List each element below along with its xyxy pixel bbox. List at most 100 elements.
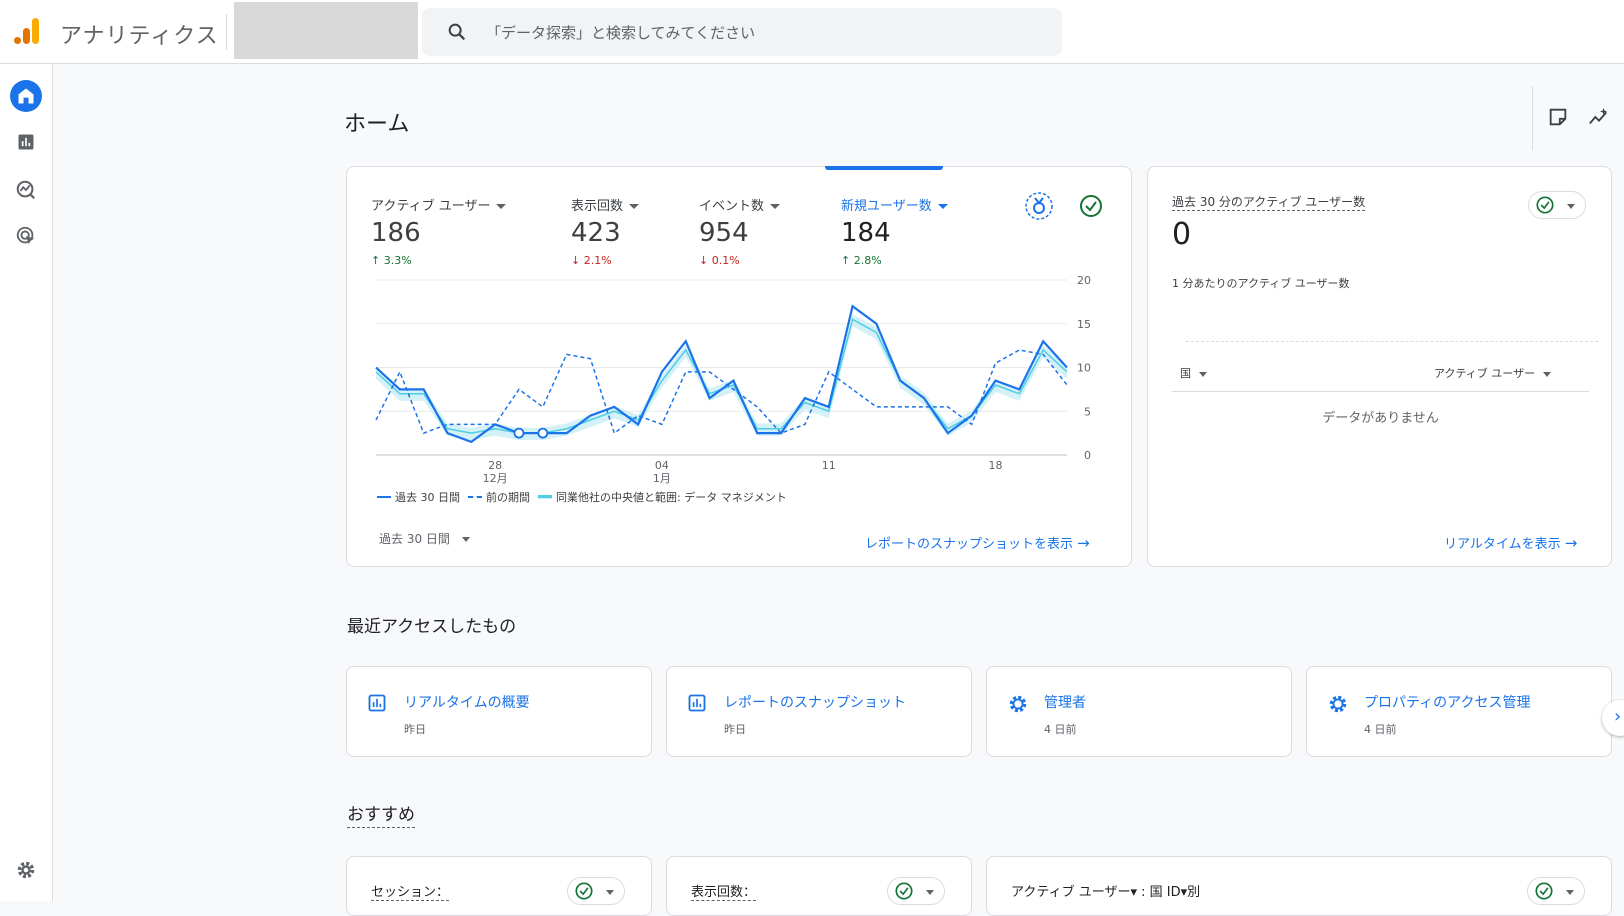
recommended-card: セッション： (346, 856, 652, 916)
recommended-card: 表示回数： (666, 856, 972, 916)
side-nav (0, 64, 53, 901)
check-circle-icon (895, 882, 913, 900)
y-tick-label: 15 (1077, 318, 1091, 331)
caret-down-icon (1198, 371, 1207, 377)
realtime-link-label: リアルタイムを表示 (1444, 537, 1561, 552)
gear-icon (17, 861, 35, 879)
legend-label: 過去 30 日間 (395, 491, 460, 504)
recent-item[interactable]: リアルタイムの概要 昨日 (346, 666, 652, 757)
recommended-card: アクティブ ユーザー▾ : 国 ID▾別 (986, 856, 1612, 916)
data-point (537, 427, 549, 439)
top-bar: アナリティクス 「データ探索」と検索してみてください (0, 0, 1624, 64)
recommended-card-title[interactable]: セッション： (371, 881, 450, 901)
column-country[interactable]: 国 (1180, 365, 1207, 381)
recent-item-title: リアルタイムの概要 (404, 695, 530, 711)
page-title: ホーム (344, 112, 410, 137)
search-box[interactable]: 「データ探索」と検索してみてください (422, 8, 1062, 56)
legend-swatch-dashed (468, 496, 482, 498)
realtime-link[interactable]: リアルタイムを表示 → (1444, 533, 1577, 552)
per-minute-label: 1 分あたりのアクティブ ユーザー数 (1172, 277, 1350, 290)
x-tick-month-label: 1月 (653, 472, 671, 485)
home-icon (18, 88, 34, 104)
overview-card: アクティブ ユーザー 186 ↑ 3.3% 表示回数 423 ↓ 2.1% イベ… (346, 166, 1132, 567)
target-cursor-icon (16, 226, 35, 245)
analytics-logo-icon[interactable] (12, 16, 42, 46)
search-icon (448, 23, 466, 41)
chart-legend: 過去 30 日間 前の期間 同業他社の中央値と範囲: データ マネジメント (377, 489, 795, 505)
x-tick-label: 11 (822, 459, 836, 472)
recent-item[interactable]: レポートのスナップショット 昨日 (666, 666, 972, 757)
date-range-label: 過去 30 日間 (379, 532, 450, 546)
recent-item-title: プロパティのアクセス管理 (1364, 695, 1531, 711)
y-tick-label: 5 (1084, 405, 1091, 418)
arrow-right-icon: → (1077, 534, 1090, 552)
check-circle-icon (1535, 882, 1553, 900)
caret-down-icon (926, 890, 934, 895)
y-tick-label: 20 (1077, 274, 1091, 287)
gear-icon (1329, 695, 1347, 713)
column-users-label: アクティブ ユーザー (1434, 367, 1536, 380)
legend-swatch-solid (377, 496, 391, 498)
check-circle-icon (575, 882, 593, 900)
snapshot-link-label: レポートのスナップショットを表示 (865, 537, 1074, 552)
recommended-card-title[interactable]: アクティブ ユーザー▾ : 国 ID▾別 (1011, 881, 1200, 900)
legend-label: 前の期間 (486, 491, 530, 504)
report-icon (688, 694, 706, 712)
app-name: アナリティクス (60, 24, 219, 49)
snapshot-link[interactable]: レポートのスナップショットを表示 → (865, 533, 1090, 552)
realtime-title[interactable]: 過去 30 分のアクティブ ユーザー数 (1172, 193, 1366, 211)
recommended-section-title[interactable]: おすすめ (347, 800, 415, 828)
gear-icon (1009, 695, 1027, 713)
empty-bar-chart (1186, 341, 1598, 342)
nav-advertising[interactable] (10, 220, 42, 252)
table-divider (1172, 391, 1589, 392)
caret-down-icon (1567, 204, 1575, 209)
search-input[interactable]: 「データ探索」と検索してみてください (486, 22, 755, 43)
check-circle-icon (1536, 196, 1554, 214)
nav-admin[interactable] (10, 854, 42, 886)
legend-swatch-band (538, 495, 552, 499)
recent-item-title: 管理者 (1044, 695, 1086, 711)
recent-item-time: 4 日前 (1364, 723, 1397, 736)
date-range-selector[interactable]: 過去 30 日間 (379, 530, 470, 547)
explore-icon (16, 180, 36, 200)
caret-down-icon (606, 890, 614, 895)
note-icon[interactable] (1547, 106, 1569, 128)
caret-down-icon (461, 537, 470, 542)
recent-item-time: 昨日 (404, 723, 426, 736)
series-line-current (375, 304, 1068, 444)
nav-home[interactable] (10, 80, 42, 112)
data-point (513, 427, 525, 439)
report-icon (368, 694, 386, 712)
recent-section-title: 最近アクセスしたもの (347, 617, 517, 637)
x-tick-month-label: 12月 (483, 472, 508, 485)
nav-explore[interactable] (10, 174, 42, 206)
chevron-right-icon: › (1614, 706, 1622, 727)
column-country-label: 国 (1180, 367, 1191, 380)
account-selector[interactable] (234, 2, 418, 59)
recent-item-title: レポートのスナップショット (724, 695, 906, 711)
divider (226, 14, 227, 50)
bar-chart-icon (18, 134, 34, 150)
recent-item[interactable]: プロパティのアクセス管理 4 日前 (1306, 666, 1612, 757)
recent-item[interactable]: 管理者 4 日前 (986, 666, 1292, 757)
empty-state: データがありません (1322, 411, 1439, 426)
caret-down-icon (1542, 371, 1551, 377)
x-tick-label: 18 (989, 459, 1003, 472)
y-tick-label: 0 (1084, 449, 1091, 462)
recommended-card-title[interactable]: 表示回数： (691, 881, 757, 901)
divider (1532, 86, 1533, 150)
compare-toggle[interactable] (1528, 191, 1586, 219)
caret-down-icon (1566, 890, 1574, 895)
x-tick-label: 28 (488, 459, 502, 472)
y-tick-label: 10 (1077, 362, 1091, 375)
legend-label: 同業他社の中央値と範囲: データ マネジメント (556, 491, 787, 504)
line-chart: 20 15 10 5 0 2812月 041月 11 18 (375, 274, 1091, 485)
recent-item-time: 4 日前 (1044, 723, 1077, 736)
realtime-value: 0 (1172, 217, 1192, 252)
column-users[interactable]: アクティブ ユーザー (1434, 365, 1551, 381)
realtime-card: 過去 30 分のアクティブ ユーザー数 0 1 分あたりのアクティブ ユーザー数… (1147, 166, 1612, 567)
x-tick-label: 04 (655, 459, 669, 472)
nav-reports[interactable] (10, 126, 42, 158)
insights-icon[interactable] (1587, 106, 1611, 128)
